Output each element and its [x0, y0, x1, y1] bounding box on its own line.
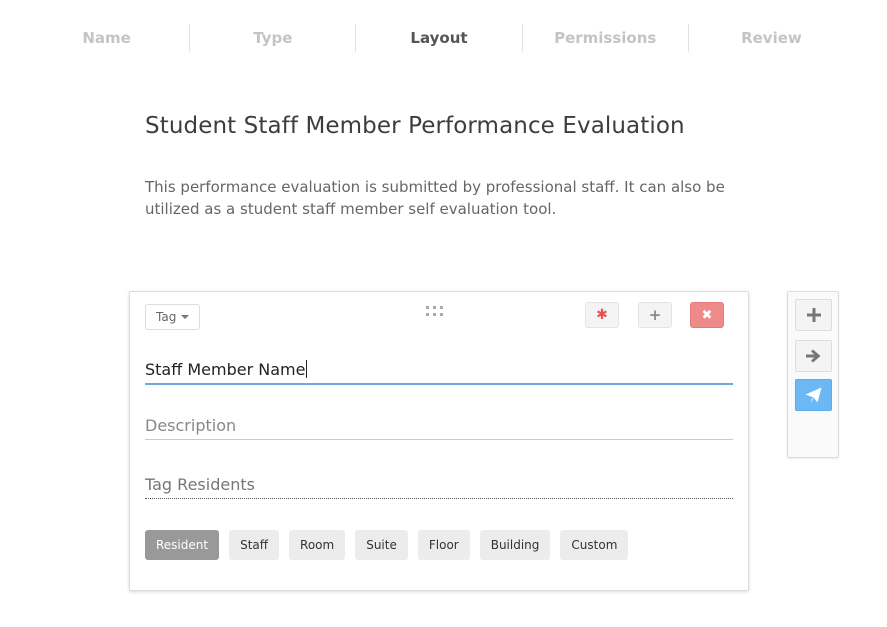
- wizard-stepper: Name Type Layout Permissions Review: [24, 24, 854, 52]
- tag-option-custom[interactable]: Custom: [560, 530, 629, 560]
- text-cursor: [306, 360, 308, 378]
- tag-option-room[interactable]: Room: [289, 530, 346, 560]
- tag-option-building[interactable]: Building: [479, 530, 551, 560]
- step-name[interactable]: Name: [24, 24, 189, 52]
- times-icon: ✖: [701, 307, 713, 323]
- tag-option-resident[interactable]: Resident: [145, 530, 220, 560]
- step-review[interactable]: Review: [687, 24, 854, 52]
- tag-option-suite[interactable]: Suite: [355, 530, 408, 560]
- question-name-input[interactable]: Staff Member Name: [145, 355, 733, 385]
- add-item-button[interactable]: [795, 299, 832, 331]
- plus-icon: +: [648, 306, 662, 324]
- step-layout[interactable]: Layout: [355, 24, 521, 52]
- publish-button[interactable]: [795, 379, 832, 411]
- tag-option-staff[interactable]: Staff: [229, 530, 280, 560]
- question-card: Tag ✱ + ✖ Staff Member Name Description …: [129, 291, 749, 591]
- tag-residents-placeholder: Tag Residents: [145, 475, 255, 494]
- form-title: Student Staff Member Performance Evaluat…: [145, 113, 685, 139]
- form-description: This performance evaluation is submitted…: [145, 178, 725, 218]
- paper-plane-icon: [805, 387, 822, 403]
- tag-residents-input[interactable]: Tag Residents: [145, 471, 733, 499]
- step-permissions[interactable]: Permissions: [521, 24, 688, 52]
- tag-option-floor[interactable]: Floor: [417, 530, 470, 560]
- drag-handle-icon[interactable]: [426, 306, 446, 318]
- side-toolbar: [787, 291, 839, 458]
- question-name-value: Staff Member Name: [145, 359, 306, 379]
- tag-dropdown-label: Tag: [156, 310, 177, 324]
- required-toggle-button[interactable]: ✱: [585, 302, 619, 328]
- tag-dropdown[interactable]: Tag: [145, 304, 201, 330]
- description-placeholder: Description: [145, 416, 237, 435]
- question-description-input[interactable]: Description: [145, 412, 733, 440]
- arrow-right-icon: [806, 349, 821, 363]
- caret-down-icon: [181, 315, 190, 319]
- add-question-button[interactable]: +: [638, 302, 672, 328]
- delete-question-button[interactable]: ✖: [690, 302, 724, 328]
- step-type[interactable]: Type: [189, 24, 355, 52]
- next-step-button[interactable]: [795, 340, 832, 372]
- asterisk-icon: ✱: [596, 307, 608, 323]
- tag-type-options: Resident Staff Room Suite Floor Building…: [145, 530, 629, 560]
- plus-icon: [806, 308, 821, 322]
